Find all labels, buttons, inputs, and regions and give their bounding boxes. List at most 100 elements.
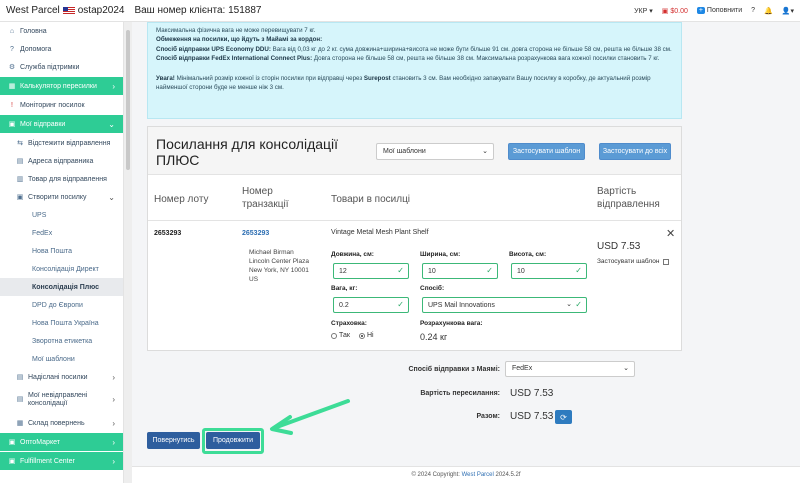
close-icon[interactable]: ✕ xyxy=(666,227,675,240)
info-fedex: Спосіб відправки FedEx International Con… xyxy=(156,55,660,63)
sidebar-item-home[interactable]: ⌂ Головна xyxy=(0,22,123,40)
us-flag-icon xyxy=(62,6,75,15)
top-bar: West Parcel ostap2024 Ваш номер клієнта:… xyxy=(0,0,800,22)
sidebar-item-my-templates[interactable]: Мої шаблони xyxy=(0,350,123,368)
sidebar-item-support[interactable]: ⚙ Служба підтримки xyxy=(0,58,123,76)
sidebar-item-consolidation-direct[interactable]: Консолідація Директ xyxy=(0,260,123,278)
sidebar-item-return-label[interactable]: Зворотна етикетка xyxy=(0,332,123,350)
insurance-label: Страховка: xyxy=(331,320,367,327)
sidebar-item-track[interactable]: ⇆ Відстежити відправлення xyxy=(0,134,123,152)
wallet-icon: ▣ xyxy=(661,7,669,15)
info-box: Максимальна фізична вага не може перевищ… xyxy=(147,22,682,119)
info-warning: Увага! Мінімальний розмір кожної із стор… xyxy=(156,74,651,92)
total-value: USD 7.53 xyxy=(510,411,554,422)
client-number: Ваш номер клієнта: 151887 xyxy=(134,5,262,16)
refresh-icon[interactable]: ⟳ xyxy=(555,410,572,424)
sidebar-item-dpd[interactable]: DPD до Європи xyxy=(0,296,123,314)
sidebar-item-ups[interactable]: UPS xyxy=(0,206,123,224)
sidebar-item-create-parcel[interactable]: ▣ Створити посилку ⌄ xyxy=(0,188,123,206)
brand[interactable]: West Parcel ostap2024 xyxy=(6,5,124,16)
scrollbar-thumb[interactable] xyxy=(126,30,130,170)
apply-template-checkbox[interactable]: Застосувати шаблон xyxy=(597,258,670,265)
width-input[interactable]: 10 ✓ xyxy=(422,263,498,279)
continue-button[interactable]: Продовжити xyxy=(206,432,260,449)
sidebar-item-unsent-consolidations[interactable]: ▤ Мої невідправлені консолідації › xyxy=(0,386,123,414)
user-icon[interactable]: 👤▾ xyxy=(782,7,794,15)
back-button[interactable]: Повернутись xyxy=(147,432,200,449)
method-label: Спосіб: xyxy=(420,285,445,292)
chevron-right-icon: › xyxy=(112,372,115,382)
plus-icon: + xyxy=(696,7,705,14)
help-icon[interactable]: ? xyxy=(751,7,755,14)
apply-template-button[interactable]: Застосувати шаблон xyxy=(508,143,585,160)
template-select[interactable]: Мої шаблони ⌄ xyxy=(376,143,494,160)
column-header-transaction: Номер транзакції xyxy=(242,186,289,210)
info-heading: Обмеження на посилки, що йдуть з Майамі … xyxy=(156,36,323,44)
sidebar-item-my-shipments[interactable]: ▣ Мої відправки ⌄ xyxy=(0,115,123,133)
footer: © 2024 Copyright: West Parcel 2024.5.2f xyxy=(132,466,800,483)
transaction-link[interactable]: 2653293 xyxy=(242,230,269,237)
height-input[interactable]: 10 ✓ xyxy=(511,263,587,279)
insurance-no-radio[interactable]: Ні xyxy=(359,332,374,339)
sidebar-item-product[interactable]: ▥ Товар для відправлення xyxy=(0,170,123,188)
sidebar-item-consolidation-plus[interactable]: Консолідація Плюс xyxy=(0,278,123,296)
chevron-down-icon: ⌄ xyxy=(482,148,488,155)
language-selector[interactable]: УКР ▾ xyxy=(634,7,653,15)
chevron-right-icon: › xyxy=(112,418,115,428)
calculator-icon: ▦ xyxy=(8,83,16,90)
sidebar-item-sent-parcels[interactable]: ▤ Надіслані посилки › xyxy=(0,368,123,386)
weight-label: Вага, кг: xyxy=(331,285,358,292)
sidebar-item-calculator[interactable]: ▦ Калькулятор пересилки › xyxy=(0,77,123,95)
weight-input[interactable]: 0.2 ✓ xyxy=(333,297,409,313)
info-line-0: Максимальна фізична вага не може перевищ… xyxy=(156,27,316,34)
height-label: Висота, см: xyxy=(509,251,547,258)
product-icon: ▥ xyxy=(16,176,24,183)
sidebar-item-returns-warehouse[interactable]: ▦ Склад повернень › xyxy=(0,414,123,432)
sidebar-item-monitoring[interactable]: ! Моніторинг посилок xyxy=(0,96,123,114)
topup-button[interactable]: + Поповнити xyxy=(696,7,742,14)
ship-method-select[interactable]: FedEx ⌄ xyxy=(505,361,635,377)
track-icon: ⇆ xyxy=(17,140,23,147)
chevron-down-icon: ⌄ xyxy=(108,192,115,202)
bell-icon[interactable]: 🔔 xyxy=(764,7,773,15)
sidebar-item-sender-address[interactable]: ▤ Адреса відправника xyxy=(0,152,123,170)
checkbox-icon xyxy=(663,258,670,265)
brand-name: West Parcel xyxy=(6,5,60,16)
ship-method-label: Спосіб відправки з Маямі: xyxy=(408,366,501,373)
card-header: Посилання для консолідації ПЛЮС Мої шабл… xyxy=(148,127,681,175)
footer-link[interactable]: West Parcel xyxy=(462,472,494,478)
length-input[interactable]: 12 ✓ xyxy=(333,263,409,279)
shipment-price: USD 7.53 xyxy=(597,241,641,252)
question-icon: ? xyxy=(10,45,14,53)
width-label: Ширина, см: xyxy=(420,251,461,258)
product-name: Vintage Metal Mesh Plant Shelf xyxy=(331,229,429,236)
sidebar-item-fedex[interactable]: FedEx xyxy=(0,224,123,242)
chevron-down-icon: ⌄ xyxy=(108,119,115,129)
sidebar-item-optomarket[interactable]: ▣ ОптоМаркет › xyxy=(0,433,123,451)
apply-all-button[interactable]: Застосувати до всіх xyxy=(599,143,671,160)
length-label: Довжина, см: xyxy=(331,251,374,258)
support-icon: ⚙ xyxy=(8,64,16,71)
calc-weight-label: Розрахункова вага: xyxy=(420,320,483,327)
sidebar-item-nova-poshta-ukraine[interactable]: Нова Пошта Україна xyxy=(0,314,123,332)
chevron-right-icon: › xyxy=(112,437,115,447)
info-ups: Спосіб відправки UPS Economy DDU: Вага в… xyxy=(156,45,672,53)
chevron-down-icon: ⌄ xyxy=(623,365,629,372)
unsent-icon: ▤ xyxy=(16,395,24,403)
fulfillment-icon: ▣ xyxy=(8,458,16,465)
recipient-address: Michael Birman Lincoln Center Plaza New … xyxy=(249,249,309,283)
box-icon: ▣ xyxy=(8,121,16,128)
check-icon: ✓ xyxy=(575,300,582,309)
method-select[interactable]: UPS Mail Innovations ⌄ ✓ xyxy=(422,297,587,313)
alert-icon: ! xyxy=(11,101,13,109)
consolidation-card: Посилання для консолідації ПЛЮС Мої шабл… xyxy=(147,126,682,351)
insurance-yes-radio[interactable]: Так xyxy=(331,332,350,339)
balance[interactable]: ▣ $0.00 xyxy=(662,7,688,15)
sidebar-item-nova-poshta[interactable]: Нова Пошта xyxy=(0,242,123,260)
sidebar-item-fulfillment[interactable]: ▣ Fulfillment Center › xyxy=(0,452,123,470)
warehouse-icon: ▦ xyxy=(16,420,24,427)
chevron-down-icon: ⌄ xyxy=(566,301,572,308)
sidebar-item-help[interactable]: ? Допомога xyxy=(0,40,123,58)
total-label: Разом: xyxy=(476,413,500,420)
